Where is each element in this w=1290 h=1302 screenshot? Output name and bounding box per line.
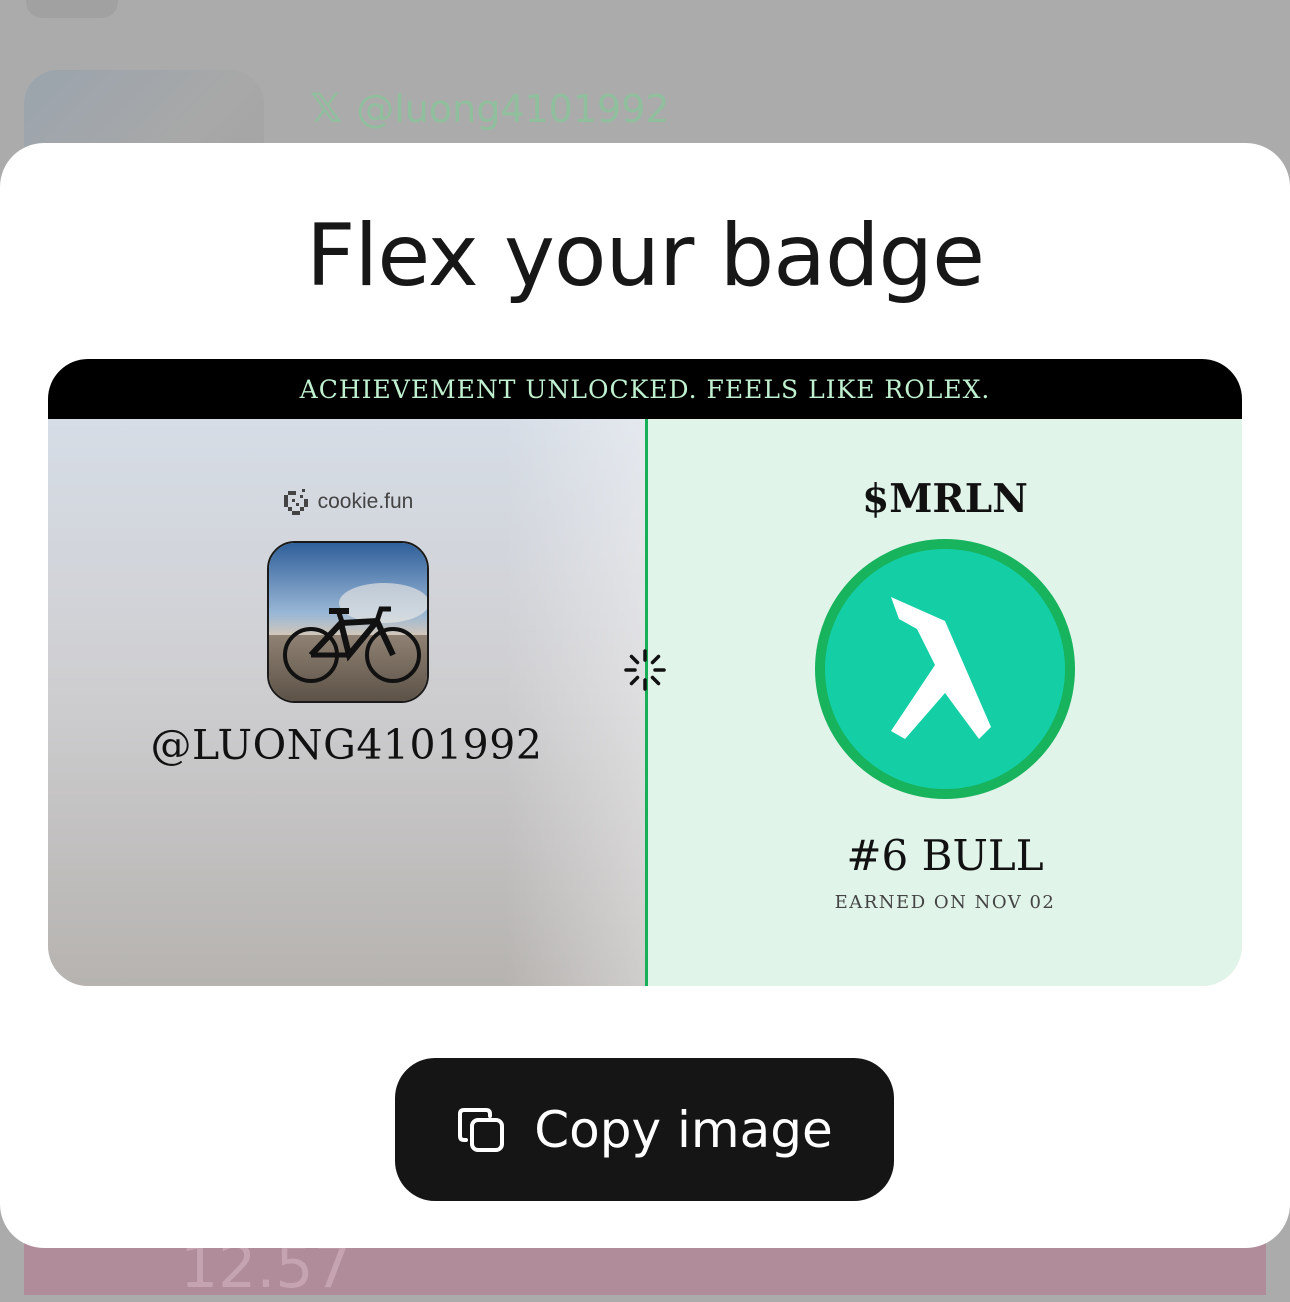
cookie-icon bbox=[283, 489, 308, 515]
bicycle-photo bbox=[269, 543, 427, 701]
badge-card: ACHIEVEMENT UNLOCKED. FEELS LIKE ROLEX. bbox=[48, 359, 1242, 986]
copy-icon bbox=[458, 1107, 505, 1152]
brand-logo: cookie.fun bbox=[48, 487, 645, 517]
badge-username: @LUONG4101992 bbox=[150, 721, 543, 769]
badge-banner: ACHIEVEMENT UNLOCKED. FEELS LIKE ROLEX. bbox=[48, 359, 1242, 419]
token-ticker: $MRLN bbox=[862, 476, 1028, 522]
copy-image-label: Copy image bbox=[534, 1100, 833, 1159]
avatar bbox=[267, 541, 429, 703]
brand-name: cookie.fun bbox=[317, 490, 414, 513]
badge-rank: #6 BULL bbox=[846, 831, 1044, 880]
background-pill bbox=[26, 0, 118, 18]
x-logo-icon: 𝕏 bbox=[310, 86, 343, 132]
token-logo-icon bbox=[815, 539, 1075, 799]
copy-image-button[interactable]: Copy image bbox=[395, 1058, 894, 1201]
background-handle-text: @luong4101992 bbox=[356, 87, 670, 131]
share-badge-modal: Flex your badge ACHIEVEMENT UNLOCKED. FE… bbox=[0, 143, 1290, 1248]
modal-title: Flex your badge bbox=[305, 206, 985, 306]
background-handle: 𝕏 @luong4101992 bbox=[310, 84, 670, 134]
loading-sparkle-icon bbox=[624, 649, 666, 691]
badge-earned-date: EARNED ON NOV 02 bbox=[834, 892, 1056, 913]
